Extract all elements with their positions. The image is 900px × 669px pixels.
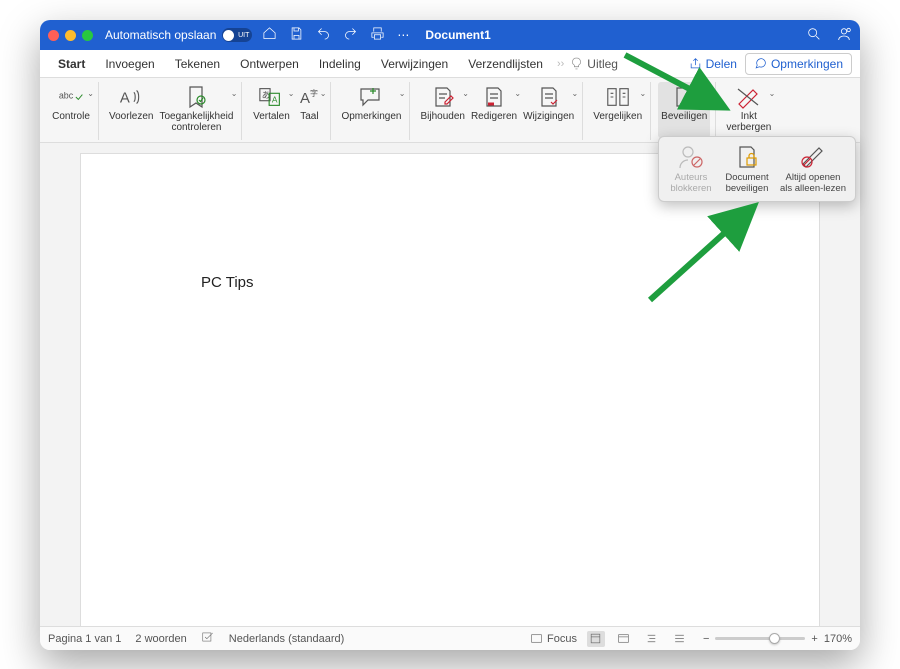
ribbon-redigeren[interactable]: ⌄ Redigeren bbox=[468, 82, 520, 138]
document-canvas[interactable]: PC Tips bbox=[40, 143, 860, 626]
search-icon[interactable] bbox=[806, 26, 822, 45]
comments-button[interactable]: Opmerkingen bbox=[745, 53, 852, 75]
zoom-level[interactable]: 170% bbox=[824, 633, 852, 645]
review-icon bbox=[481, 84, 507, 110]
document-page[interactable]: PC Tips bbox=[80, 153, 820, 626]
changes-icon bbox=[536, 84, 562, 110]
status-wordcount[interactable]: 2 woorden bbox=[135, 633, 186, 645]
ribbon-controle[interactable]: abc ⌄ Controle bbox=[49, 82, 93, 138]
document-text: PC Tips bbox=[201, 274, 254, 291]
protect-icon bbox=[671, 84, 697, 110]
more-icon[interactable]: ⋯ bbox=[397, 28, 411, 42]
home-icon[interactable] bbox=[262, 26, 277, 44]
svg-text:字: 字 bbox=[310, 88, 318, 98]
share-button[interactable]: Delen bbox=[689, 57, 737, 71]
tab-start[interactable]: Start bbox=[48, 57, 95, 71]
status-bar: Pagina 1 van 1 2 woorden Nederlands (sta… bbox=[40, 626, 860, 650]
tab-verwijzingen[interactable]: Verwijzingen bbox=[371, 57, 458, 71]
view-draft-icon[interactable] bbox=[671, 631, 689, 647]
svg-text:abc: abc bbox=[59, 91, 74, 101]
ribbon-taal[interactable]: A字 ⌄ Taal bbox=[293, 82, 325, 138]
tabs-overflow-icon[interactable]: ›› bbox=[553, 58, 568, 70]
compare-icon bbox=[605, 84, 631, 110]
protect-dropdown: Auteurs blokkeren Document beveiligen Al… bbox=[658, 136, 856, 202]
popup-document-beveiligen[interactable]: Document beveiligen bbox=[719, 141, 775, 197]
view-web-layout-icon[interactable] bbox=[615, 631, 633, 647]
hide-ink-icon bbox=[736, 84, 762, 110]
tab-ontwerpen[interactable]: Ontwerpen bbox=[230, 57, 309, 71]
ribbon-vertalen[interactable]: あA ⌄ Vertalen bbox=[249, 82, 293, 138]
ribbon-voorlezen[interactable]: A Voorlezen bbox=[106, 82, 156, 138]
tab-verzendlijsten[interactable]: Verzendlijsten bbox=[458, 57, 553, 71]
document-title: Document1 bbox=[425, 28, 490, 42]
read-aloud-icon: A bbox=[118, 84, 144, 110]
save-icon[interactable] bbox=[289, 26, 304, 44]
popup-alleen-lezen[interactable]: Altijd openen als alleen-lezen bbox=[775, 141, 851, 197]
redo-icon[interactable] bbox=[343, 26, 358, 44]
zoom-slider[interactable] bbox=[715, 637, 805, 640]
focus-button[interactable]: Focus bbox=[530, 632, 577, 645]
window-traffic-lights bbox=[48, 30, 93, 41]
accessibility-icon bbox=[183, 84, 209, 110]
new-comment-icon bbox=[358, 84, 384, 110]
undo-icon[interactable] bbox=[316, 26, 331, 44]
tab-tekenen[interactable]: Tekenen bbox=[165, 57, 230, 71]
view-outline-icon[interactable] bbox=[643, 631, 661, 647]
status-proofing-icon[interactable] bbox=[201, 630, 215, 647]
zoom-control[interactable]: − + 170% bbox=[703, 633, 852, 645]
ribbon-bijhouden[interactable]: ⌄ Bijhouden bbox=[417, 82, 467, 138]
svg-text:A: A bbox=[120, 91, 130, 107]
account-icon[interactable] bbox=[836, 26, 852, 45]
tab-invoegen[interactable]: Invoegen bbox=[95, 57, 164, 71]
minimize-window-icon[interactable] bbox=[65, 30, 76, 41]
svg-text:A: A bbox=[300, 90, 310, 107]
translate-icon: あA bbox=[258, 84, 284, 110]
autosave-label: Automatisch opslaan bbox=[105, 28, 216, 42]
print-icon[interactable] bbox=[370, 26, 385, 44]
ribbon-inkt-verbergen[interactable]: ⌄ Inkt verbergen bbox=[723, 82, 774, 138]
ribbon-beveiligen[interactable]: ⌄ Beveiligen bbox=[658, 82, 710, 138]
quick-access-toolbar: ⋯ bbox=[262, 26, 411, 44]
popup-auteurs-blokkeren: Auteurs blokkeren bbox=[663, 141, 719, 197]
language-icon: A字 bbox=[296, 84, 322, 110]
zoom-in-icon[interactable]: + bbox=[811, 633, 817, 645]
ribbon-tabs: Start Invoegen Tekenen Ontwerpen Indelin… bbox=[40, 50, 860, 78]
close-window-icon[interactable] bbox=[48, 30, 59, 41]
svg-text:A: A bbox=[272, 95, 278, 105]
status-language[interactable]: Nederlands (standaard) bbox=[229, 633, 345, 645]
titlebar: Automatisch opslaan UIT ⋯ Document1 bbox=[40, 20, 860, 50]
ribbon-toegankelijkheid[interactable]: ⌄ Toegankelijkheid controleren bbox=[156, 82, 236, 138]
spellcheck-icon: abc bbox=[58, 84, 84, 110]
ribbon: abc ⌄ Controle A Voorlezen ⌄ Toegankelij… bbox=[40, 78, 860, 143]
status-page[interactable]: Pagina 1 van 1 bbox=[48, 633, 121, 645]
ribbon-opmerkingen[interactable]: ⌄ Opmerkingen bbox=[338, 82, 404, 138]
zoom-out-icon[interactable]: − bbox=[703, 633, 709, 645]
autosave-control[interactable]: Automatisch opslaan UIT bbox=[105, 28, 252, 42]
ribbon-wijzigingen[interactable]: ⌄ Wijzigingen bbox=[520, 82, 577, 138]
tell-me-button[interactable]: Uitleg bbox=[568, 57, 618, 71]
autosave-toggle[interactable]: UIT bbox=[222, 28, 252, 42]
view-print-layout-icon[interactable] bbox=[587, 631, 605, 647]
maximize-window-icon[interactable] bbox=[82, 30, 93, 41]
track-changes-icon bbox=[430, 84, 456, 110]
tab-indeling[interactable]: Indeling bbox=[309, 57, 371, 71]
ribbon-vergelijken[interactable]: ⌄ Vergelijken bbox=[590, 82, 645, 138]
